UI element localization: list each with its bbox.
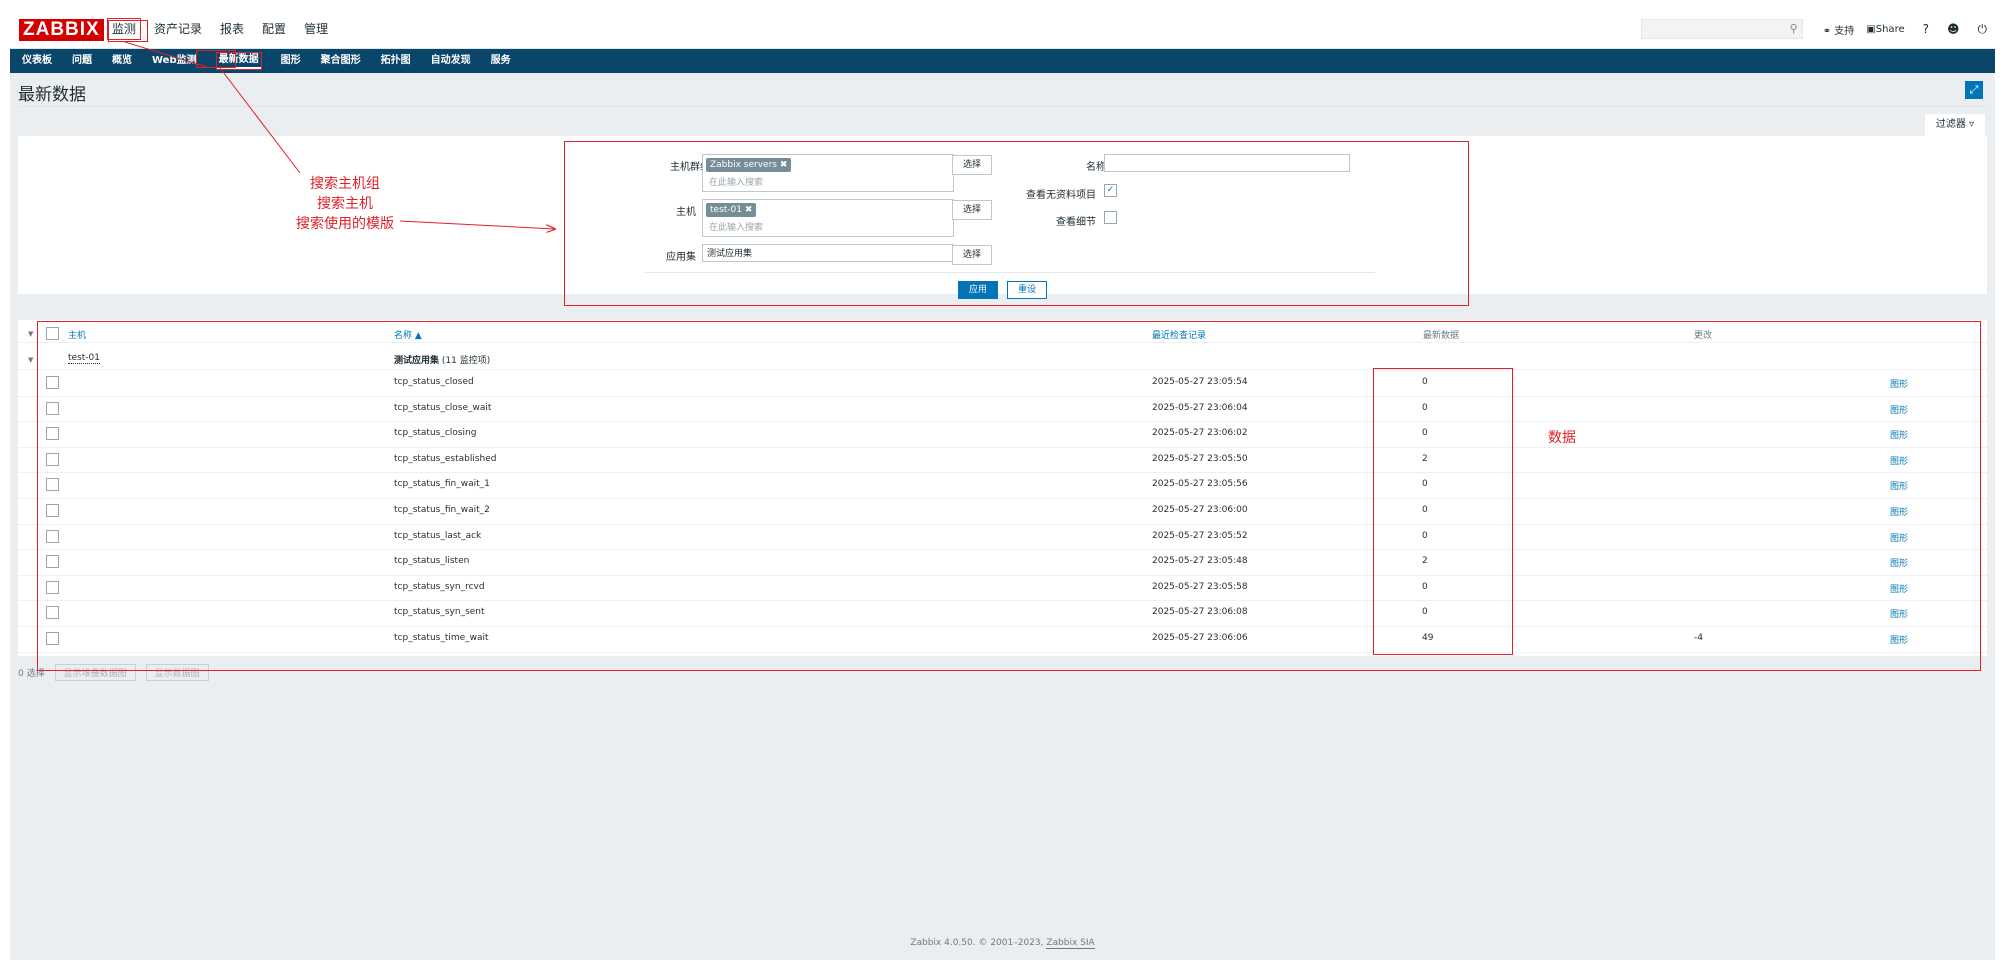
annotation-arrows bbox=[124, 41, 1995, 960]
app-frame: ZABBIX 监测 资产记录 报表 配置 管理 ⚲ ⚭ 支持 ▣Share ? … bbox=[10, 10, 1995, 960]
arrow-menu-to-latest bbox=[124, 41, 211, 69]
arrow-note-to-filter bbox=[399, 220, 555, 229]
arrow-latest-to-note bbox=[219, 67, 301, 174]
